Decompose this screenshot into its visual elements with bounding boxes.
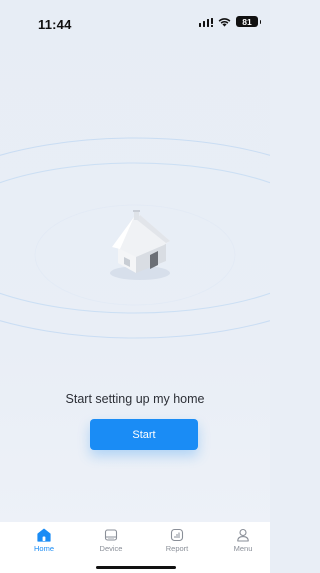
- status-bar: 11:44 81: [0, 0, 270, 44]
- tab-device-label: Device: [99, 544, 123, 553]
- tab-home[interactable]: Home: [19, 528, 69, 553]
- home-indicator: [96, 566, 176, 569]
- battery-icon: 81: [236, 16, 261, 27]
- home-icon: [37, 528, 51, 542]
- device-icon: [104, 529, 118, 541]
- tab-home-label: Home: [33, 544, 54, 553]
- cellular-signal-icon: [198, 17, 213, 27]
- tab-report-label: Report: [165, 544, 189, 553]
- report-icon: [170, 528, 184, 542]
- setup-prompt-text: Start setting up my home: [65, 392, 205, 406]
- wifi-icon: [218, 17, 231, 27]
- user-icon: [237, 528, 249, 542]
- tab-menu-label: Menu: [233, 544, 253, 553]
- home-screen: 11:44 81 Start setting up my home Start …: [0, 0, 270, 573]
- battery-level: 81: [242, 16, 252, 27]
- tab-report[interactable]: Report: [152, 528, 202, 553]
- start-button[interactable]: Start: [90, 419, 198, 450]
- status-time: 11:44: [38, 17, 72, 32]
- tab-device[interactable]: Device: [86, 528, 136, 553]
- status-icons: 81: [198, 16, 261, 27]
- tab-menu[interactable]: Menu: [218, 528, 268, 553]
- house-icon: [110, 210, 170, 280]
